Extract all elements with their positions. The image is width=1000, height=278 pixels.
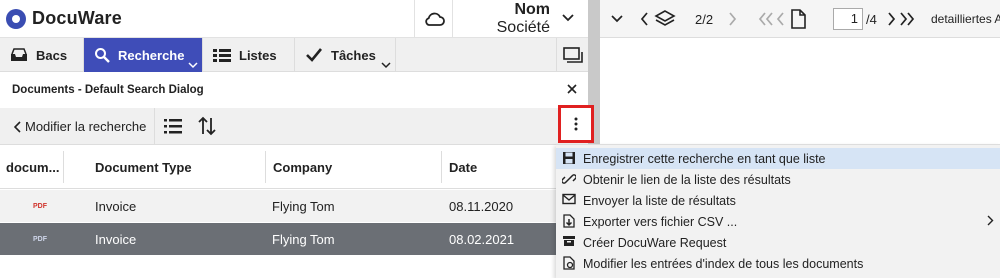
column-header-document[interactable]: docum... <box>6 145 59 189</box>
search-icon <box>94 47 110 63</box>
column-header-company[interactable]: Company <box>273 145 332 189</box>
collapse-button[interactable] <box>610 0 624 38</box>
docuware-logo-icon <box>6 8 26 29</box>
chevron-right-icon <box>987 215 994 226</box>
cloud-icon <box>424 12 445 26</box>
menu-item-label: Envoyer la liste de résultats <box>583 193 736 208</box>
more-options-button[interactable] <box>558 105 594 143</box>
save-icon <box>562 151 576 165</box>
menu-item-edit-index-entries[interactable]: Modifier les entrées d'index de tous les… <box>556 253 1000 274</box>
close-icon[interactable] <box>565 82 579 96</box>
menu-item-get-link[interactable]: Obtenir le lien de la liste des résultat… <box>556 169 1000 190</box>
envelope-icon <box>562 193 576 205</box>
cell-document-type: Invoice <box>95 198 137 214</box>
company-name: Nom <box>514 1 550 18</box>
last-page-button[interactable] <box>899 0 915 38</box>
results-pane: DocuWare Nom Société Bacs Recherche List… <box>0 0 588 278</box>
sort-icon[interactable] <box>198 116 216 136</box>
chevron-down-icon <box>611 15 623 23</box>
prev-page-button[interactable] <box>776 0 785 38</box>
chevron-right-icon <box>888 12 896 26</box>
viewer-toolbar: 2/2 1 /4 detailliertes A <box>600 0 1000 38</box>
vertical-dots-icon <box>574 117 578 131</box>
next-page-button[interactable] <box>887 0 896 38</box>
tab-listes[interactable]: Listes <box>203 38 295 72</box>
menu-item-export-csv[interactable]: Exporter vers fichier CSV ... <box>556 211 1000 232</box>
tab-label: Listes <box>239 47 277 63</box>
prev-document-button[interactable] <box>640 0 649 38</box>
pdf-file-icon: PDF <box>33 235 47 243</box>
tab-recherche[interactable]: Recherche <box>84 38 203 72</box>
window-panel-icon <box>562 47 583 63</box>
logo-text: DocuWare <box>32 8 122 28</box>
docuware-logo[interactable]: DocuWare <box>6 8 122 29</box>
inbox-tray-icon <box>10 48 28 62</box>
column-header-date[interactable]: Date <box>449 145 477 189</box>
result-grid-header: docum... Document Type Company Date <box>0 145 588 189</box>
menu-item-save-search-as-list[interactable]: Enregistrer cette recherche en tant que … <box>556 148 1000 169</box>
cloud-button[interactable] <box>414 0 452 38</box>
top-bar: DocuWare Nom Société <box>0 0 588 38</box>
menu-item-label: Enregistrer cette recherche en tant que … <box>583 151 826 166</box>
dialog-header: Documents - Default Search Dialog <box>0 72 588 108</box>
menu-item-label: Créer DocuWare Request <box>583 235 727 250</box>
table-row-selected[interactable]: PDF Invoice Flying Tom 08.02.2021 <box>0 223 588 255</box>
cell-date: 08.02.2021 <box>449 231 515 247</box>
result-toolbar: Modifier la recherche <box>0 108 588 145</box>
main-tabs: Bacs Recherche Listes Tâches <box>0 38 588 72</box>
link-icon <box>562 172 576 186</box>
checkmark-icon <box>305 47 323 63</box>
tab-taches[interactable]: Tâches <box>295 38 396 72</box>
edit-index-icon <box>562 256 576 270</box>
first-page-button[interactable] <box>758 0 774 38</box>
document-counter: 2/2 <box>695 11 714 27</box>
chevron-left-icon <box>640 12 648 26</box>
docuware-window: DocuWare Nom Société Bacs Recherche List… <box>0 0 1000 278</box>
double-chevron-left-icon <box>758 12 773 26</box>
chevron-down-icon[interactable] <box>381 61 391 69</box>
column-header-document-type[interactable]: Document Type <box>95 145 192 189</box>
request-box-icon <box>562 235 576 247</box>
chevron-left-icon <box>776 12 784 26</box>
pdf-file-icon: PDF <box>33 202 47 210</box>
next-document-button[interactable] <box>728 0 737 38</box>
modify-search-label: Modifier la recherche <box>25 119 147 134</box>
tab-bacs[interactable]: Bacs <box>0 38 84 72</box>
double-chevron-right-icon <box>900 12 915 26</box>
chevron-down-icon[interactable] <box>560 10 576 26</box>
company-org: Société <box>496 19 550 36</box>
menu-item-label: Obtenir le lien de la liste des résultat… <box>583 172 791 187</box>
menu-item-send-results[interactable]: Envoyer la liste de résultats <box>556 190 1000 211</box>
page-number-input[interactable]: 1 <box>833 8 863 30</box>
tab-label: Bacs <box>36 47 68 63</box>
chevron-right-icon <box>729 12 737 26</box>
page-total: /4 <box>866 11 877 27</box>
list-icon <box>213 48 231 62</box>
company-selector[interactable]: Nom Société <box>452 0 554 38</box>
cell-company: Flying Tom <box>272 231 335 247</box>
menu-item-label: Exporter vers fichier CSV ... <box>583 214 738 229</box>
view-mode-label[interactable]: detailliertes A <box>931 0 1000 38</box>
panel-toggle-button[interactable] <box>556 38 588 72</box>
tab-label: Recherche <box>118 47 185 63</box>
list-view-icon[interactable] <box>163 116 183 136</box>
column-divider[interactable] <box>265 151 266 183</box>
menu-item-create-request[interactable]: Créer DocuWare Request <box>556 232 1000 253</box>
export-icon <box>562 214 576 228</box>
chevron-down-icon[interactable] <box>188 61 198 69</box>
modify-search-button[interactable]: Modifier la recherche <box>14 108 156 145</box>
cell-company: Flying Tom <box>272 198 335 214</box>
column-divider[interactable] <box>441 151 442 183</box>
cell-document-type: Invoice <box>95 231 137 247</box>
tab-label: Tâches <box>331 47 376 63</box>
cell-date: 08.11.2020 <box>449 198 514 214</box>
column-divider[interactable] <box>63 151 64 183</box>
context-menu: Enregistrer cette recherche en tant que … <box>556 144 1000 278</box>
layers-icon <box>654 0 676 38</box>
chevron-left-icon <box>14 120 22 133</box>
menu-item-label: Modifier les entrées d'index de tous les… <box>583 256 864 271</box>
page-icon <box>789 0 807 38</box>
table-row[interactable]: PDF Invoice Flying Tom 08.11.2020 <box>0 190 588 222</box>
dialog-title: Documents - Default Search Dialog <box>12 84 204 96</box>
